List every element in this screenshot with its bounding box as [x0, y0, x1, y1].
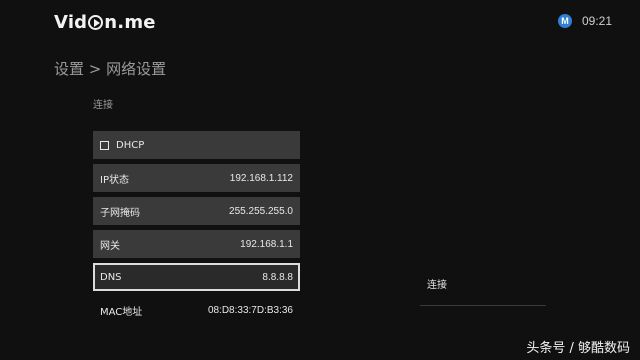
- checkbox-icon[interactable]: [100, 140, 109, 150]
- subnet-mask-value: 255.255.255.0: [229, 205, 293, 217]
- mac-address-field: MAC地址 08:D8:33:7D:B3:36: [93, 296, 300, 324]
- play-icon: [88, 15, 104, 30]
- dhcp-label: DHCP: [116, 139, 145, 151]
- dns-value: 8.8.8.8: [262, 271, 293, 283]
- gateway-value: 192.168.1.1: [240, 238, 293, 250]
- gateway-field[interactable]: 网关 192.168.1.1: [93, 230, 300, 258]
- action-panel: 连接: [420, 270, 546, 306]
- app-logo: Vid n.me: [54, 12, 156, 33]
- ip-value: 192.168.1.112: [229, 172, 293, 184]
- logo-text-end: n.me: [104, 12, 156, 33]
- notification-badge-icon[interactable]: M: [557, 14, 572, 28]
- mac-value: 08:D8:33:7D:B3:36: [207, 304, 293, 316]
- ip-field[interactable]: IP状态 192.168.1.112: [93, 164, 300, 192]
- network-settings-list: DHCP IP状态 192.168.1.112 子网掩码 255.255.255…: [93, 131, 300, 329]
- dhcp-toggle[interactable]: DHCP: [93, 131, 300, 159]
- clock: 09:21: [581, 14, 612, 28]
- dns-label: DNS: [100, 271, 122, 283]
- gateway-label: 网关: [100, 240, 120, 252]
- subnet-mask-label: 子网掩码: [100, 207, 140, 219]
- connect-button[interactable]: 连接: [420, 270, 546, 297]
- dns-field[interactable]: DNS 8.8.8.8: [93, 263, 300, 291]
- status-area: M 09:21: [557, 14, 612, 28]
- logo-text-start: Vid: [54, 12, 88, 33]
- subnet-mask-field[interactable]: 子网掩码 255.255.255.0: [93, 197, 300, 225]
- section-label: 连接: [93, 100, 113, 111]
- ip-label: IP状态: [100, 174, 129, 186]
- breadcrumb: 设置 > 网络设置: [54, 60, 167, 78]
- divider: [420, 305, 546, 306]
- mac-label: MAC地址: [100, 306, 143, 318]
- watermark: 头条号 / 够酷数码: [526, 341, 630, 356]
